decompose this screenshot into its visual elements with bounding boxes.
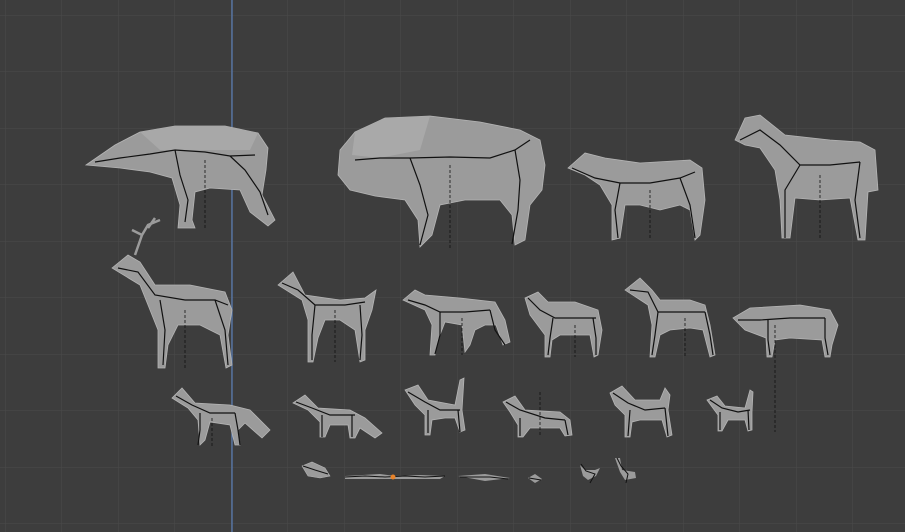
viewport-canvas[interactable] [0, 0, 905, 532]
3d-viewport[interactable] [0, 0, 905, 532]
selected-origin-marker [390, 474, 396, 480]
